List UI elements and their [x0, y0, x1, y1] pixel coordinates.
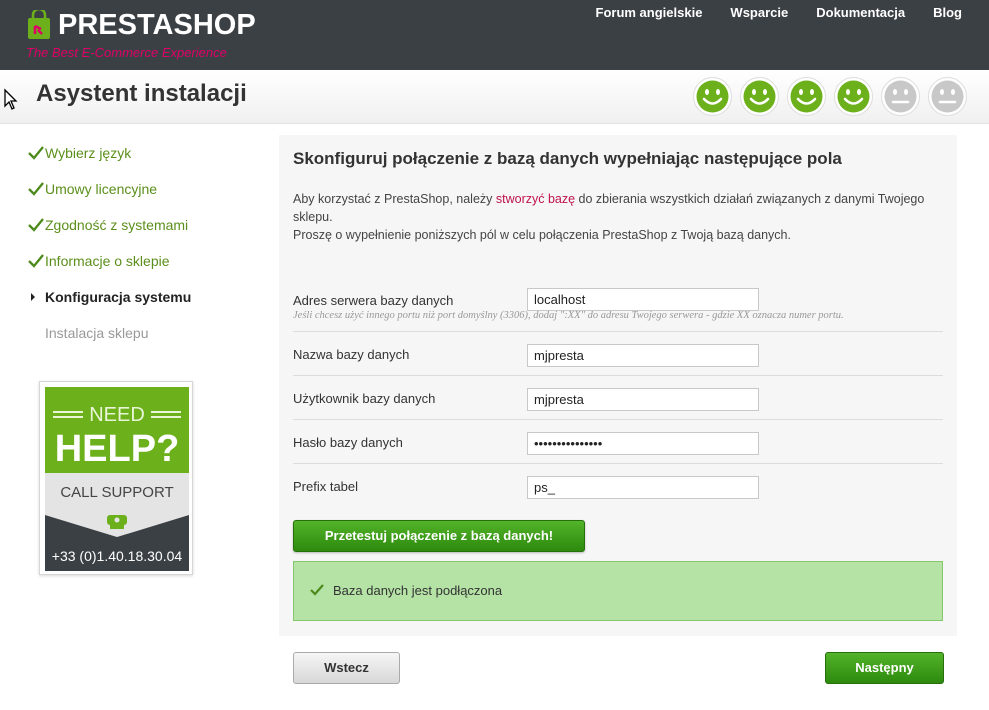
panel-heading: Skonfiguruj połączenie z bazą danych wyp… [293, 149, 842, 168]
shopping-bag-icon [28, 10, 50, 39]
help-help-text: HELP? [55, 428, 180, 470]
connection-status-message: Baza danych jest podłączona [333, 583, 503, 598]
dbname-row: Nazwa bazy danych [293, 332, 943, 376]
checkmark-icon [28, 254, 44, 268]
server-input[interactable] [527, 288, 759, 311]
prefix-label: Prefix tabel [293, 479, 359, 494]
help-call-text: CALL SUPPORT [60, 484, 173, 501]
server-label: Adres serwera bazy danych [293, 293, 454, 308]
password-row: Hasło bazy danych [293, 420, 943, 464]
nav-docs-link[interactable]: Dokumentacja [816, 5, 905, 21]
intro-text-line2: Proszę o wypełnienie poniższych pól w ce… [293, 228, 791, 242]
back-button[interactable]: Wstecz [293, 652, 400, 684]
title-band: Asystent instalacji [0, 70, 989, 124]
dbname-input[interactable] [527, 344, 759, 367]
user-row: Użytkownik bazy danych [293, 376, 943, 420]
user-label: Użytkownik bazy danych [293, 391, 436, 406]
server-row: Adres serwera bazy danych Jeśli chcesz u… [293, 285, 943, 332]
dbname-label: Nazwa bazy danych [293, 347, 410, 362]
phone-icon [107, 515, 127, 529]
logo-wordmark: PRESTASHOP [58, 9, 256, 41]
help-support-banner: NEED HELP? CALL SUPPORT +33 (0)1.40.18.3… [45, 387, 189, 571]
sidebar-step[interactable]: Informacje o sklepie [28, 243, 248, 279]
sidebar-step: Instalacja sklepu [28, 315, 248, 351]
install-progress [692, 76, 974, 117]
top-header: PRESTASHOP The Best E-Commerce Experienc… [0, 0, 989, 70]
help-support-widget[interactable]: NEED HELP? CALL SUPPORT +33 (0)1.40.18.3… [39, 381, 193, 575]
checkmark-icon [28, 218, 44, 232]
server-hint: Jeśli chcesz użyć innego portu niż port … [293, 310, 844, 321]
db-config-panel: Skonfiguruj połączenie z bazą danych wyp… [279, 135, 957, 636]
nav-forum-link[interactable]: Forum angielskie [596, 5, 703, 21]
sidebar-step[interactable]: Umowy licencyjne [28, 171, 248, 207]
nav-support-link[interactable]: Wsparcie [730, 5, 788, 21]
prefix-input[interactable] [527, 476, 759, 499]
sidebar-step-label: Instalacja sklepu [45, 325, 149, 341]
top-nav: Forum angielskie Wsparcie Dokumentacja B… [568, 5, 963, 21]
smiley-happy-icon [740, 77, 779, 116]
user-input[interactable] [527, 388, 759, 411]
sidebar-step-label: Umowy licencyjne [45, 181, 158, 197]
steps-sidebar: Wybierz język Umowy licencyjne Zgodność z … [28, 135, 248, 351]
test-connection-button[interactable]: Przetestuj połączenie z bazą danych! [293, 520, 585, 552]
sidebar-step-label: Wybierz język [45, 145, 132, 161]
panel-intro: Aby korzystać z PrestaShop, należy stwor… [293, 190, 933, 244]
mouse-cursor-icon [4, 88, 18, 110]
sidebar-step[interactable]: Wybierz język [28, 135, 248, 171]
help-phone-number: +33 (0)1.40.18.30.04 [52, 548, 183, 564]
intro-text-before: Aby korzystać z PrestaShop, należy [293, 192, 496, 206]
smiley-neutral-icon [881, 77, 920, 116]
next-button[interactable]: Następny [825, 652, 944, 684]
nav-blog-link[interactable]: Blog [933, 5, 962, 21]
password-label: Hasło bazy danych [293, 435, 403, 450]
prefix-row: Prefix tabel [293, 464, 943, 508]
page-title: Asystent instalacji [36, 80, 247, 107]
smiley-happy-icon [834, 77, 873, 116]
sidebar-step[interactable]: Zgodność z systemami [28, 207, 248, 243]
sidebar-step-label: Konfiguracja systemu [45, 289, 192, 305]
connection-status-box: Baza danych jest podłączona [293, 561, 943, 621]
smiley-happy-icon [787, 77, 826, 116]
create-db-link[interactable]: stworzyć bazę [496, 192, 575, 206]
logo-tagline: The Best E-Commerce Experience [26, 45, 227, 60]
smiley-happy-icon [693, 77, 732, 116]
prestashop-logo[interactable]: PRESTASHOP The Best E-Commerce Experienc… [24, 8, 256, 63]
checkmark-icon [310, 584, 324, 596]
checkmark-icon [28, 182, 44, 196]
help-need-text: NEED [89, 404, 145, 426]
sidebar-step[interactable]: Konfiguracja systemu [28, 279, 248, 315]
smiley-neutral-icon [928, 77, 967, 116]
sidebar-step-label: Informacje o sklepie [45, 253, 170, 269]
checkmark-icon [28, 146, 44, 160]
password-input[interactable] [527, 432, 759, 455]
arrow-right-icon [31, 293, 35, 301]
sidebar-step-label: Zgodność z systemami [45, 217, 189, 233]
